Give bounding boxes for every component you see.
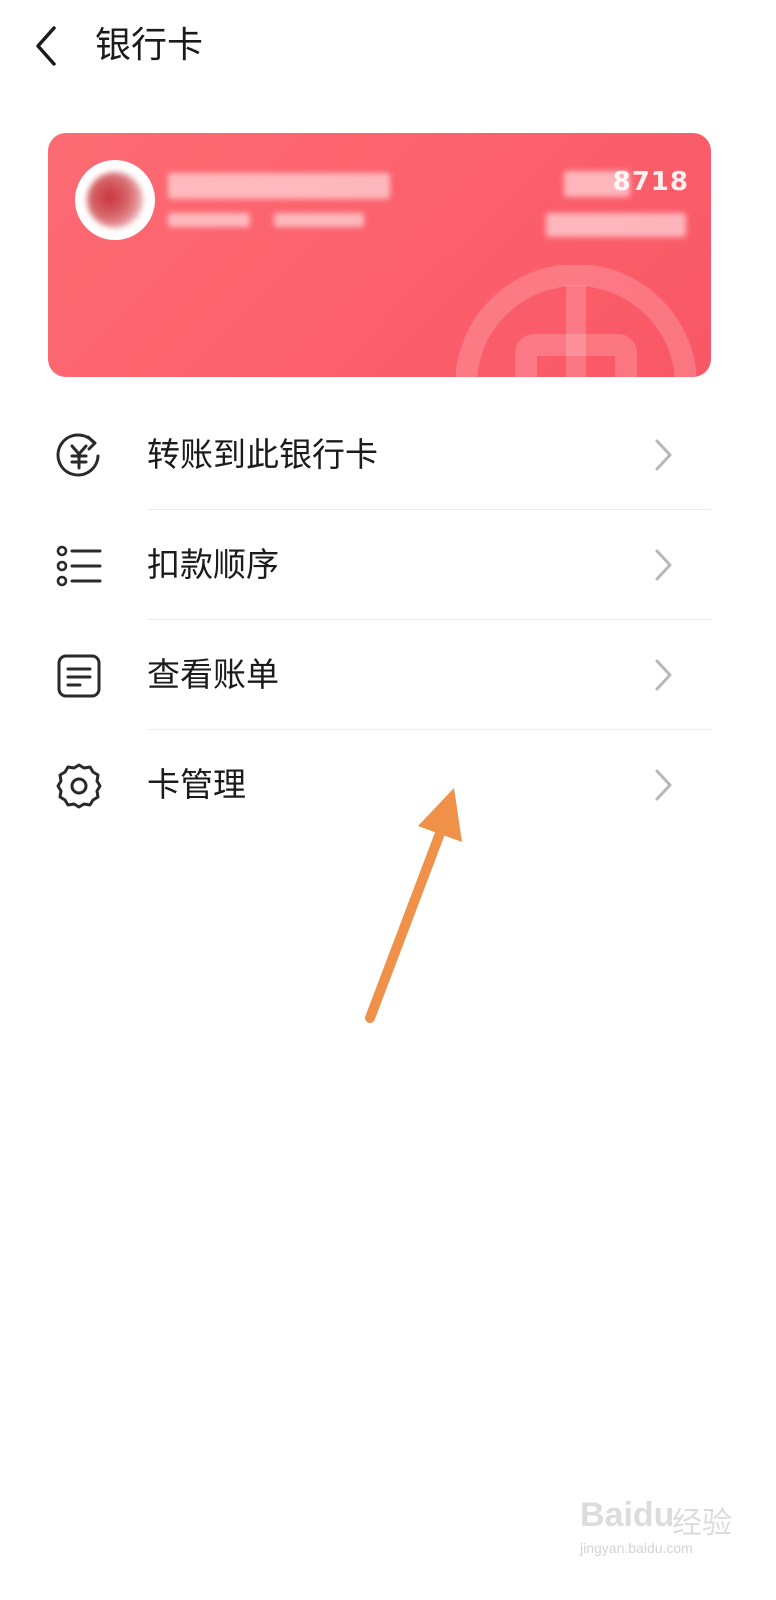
back-button[interactable] (28, 22, 68, 70)
watermark-brand-cn: 经验 (672, 1506, 732, 1541)
chevron-right-icon (655, 439, 672, 471)
card-number-redacted (564, 171, 630, 197)
yuan-transfer-icon (56, 433, 100, 477)
watermark-brand: Baidu (580, 1496, 675, 1534)
watermark-url: jingyan.baidu.com (580, 1540, 693, 1556)
chevron-right-icon (655, 659, 672, 691)
header-bar: 银行卡 (0, 0, 776, 95)
bank-name-redacted (168, 173, 390, 199)
card-type-redacted (168, 213, 250, 227)
bank-logo (75, 160, 155, 240)
menu-item-label: 查看账单 (147, 655, 279, 694)
card-type-redacted-2 (274, 213, 364, 227)
bank-logo-watermark (456, 265, 696, 377)
menu-item-view-bill[interactable]: 查看账单 (0, 620, 776, 730)
card-info-redacted (546, 213, 686, 237)
menu-item-label: 卡管理 (147, 765, 246, 804)
annotation-arrow (365, 788, 462, 1023)
menu-item-label: 扣款顺序 (147, 545, 279, 584)
bank-card[interactable]: 8718 (48, 133, 711, 377)
menu-item-transfer[interactable]: 转账到此银行卡 (0, 400, 776, 510)
chevron-right-icon (655, 549, 672, 581)
bill-icon (57, 654, 101, 698)
gear-icon (56, 763, 102, 809)
menu-item-deduction-order[interactable]: 扣款顺序 (0, 510, 776, 620)
chevron-left-icon (36, 26, 56, 66)
chevron-right-icon (655, 769, 672, 801)
baidu-watermark: Baidu 经验 jingyan.baidu.com (580, 1496, 750, 1568)
list-icon (56, 545, 102, 587)
page-title: 银行卡 (95, 25, 204, 66)
menu-item-label: 转账到此银行卡 (147, 435, 378, 474)
